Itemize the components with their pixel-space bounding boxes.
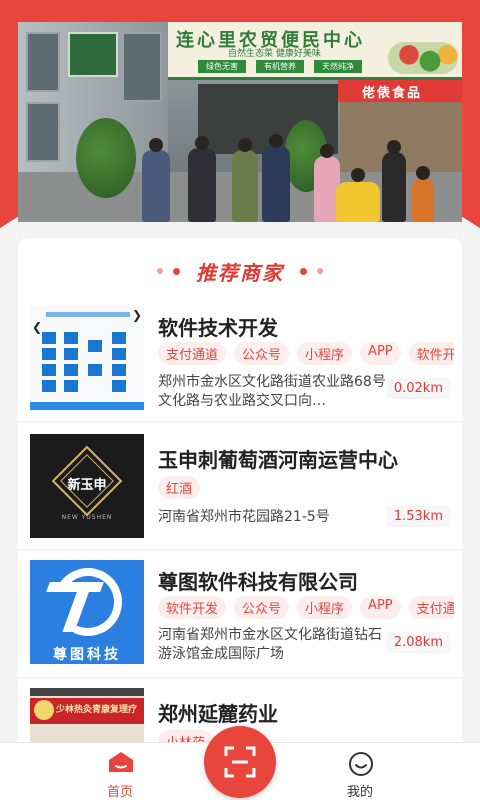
banner-sign-subtitle: 自然生态菜 健康好美味 bbox=[228, 49, 321, 59]
merchant-thumbnail: 尊图科技 bbox=[30, 560, 144, 664]
section-title: 推荐商家 bbox=[196, 260, 284, 285]
merchant-tags: 支付通道 公众号 小程序 APP 软件开发 bbox=[158, 342, 454, 365]
merchant-tag: 软件开发 bbox=[408, 342, 454, 365]
home-icon bbox=[109, 752, 133, 772]
chevron-right-icon: ❯ bbox=[131, 308, 142, 322]
merchant-item[interactable]: 新玉申 NEW YUSHEN 玉申刺葡萄酒河南运营中心 红酒 河南省郑州市花园路… bbox=[18, 422, 462, 550]
merchant-tag: 公众号 bbox=[234, 596, 290, 619]
merchant-logo-text: 新玉申 bbox=[67, 478, 107, 493]
tab-home-label: 首页 bbox=[106, 785, 133, 800]
merchant-tag: 红酒 bbox=[158, 476, 201, 499]
merchant-tag: 软件开发 bbox=[158, 596, 227, 619]
banner-sign-tag: 有机营养 bbox=[256, 60, 304, 73]
merchant-tag: 支付通道 bbox=[408, 596, 454, 619]
merchant-address: 郑州市金水区文化路街道农业路68号文化路与农业路交叉口向… bbox=[158, 374, 386, 409]
merchant-tag: APP bbox=[360, 342, 401, 365]
logo-ring-icon bbox=[44, 560, 132, 646]
merchant-item[interactable]: ❮ ❯ 软件技术开发 支付通道 公众号 小程序 APP 软件开 郑州市金水区文化… bbox=[18, 302, 462, 422]
merchant-sign-text: 少林热灸青康复理疗 bbox=[56, 705, 138, 715]
tab-me[interactable]: 我的 bbox=[300, 743, 420, 800]
merchant-name: 郑州延麓药业 bbox=[158, 702, 278, 726]
merchant-tags: 红酒 bbox=[158, 476, 454, 499]
banner-sign-tag: 绿色无害 bbox=[198, 60, 246, 73]
merchant-item[interactable]: 尊图科技 尊图软件科技有限公司 软件开发 公众号 小程序 APP 支付通道 河南… bbox=[18, 550, 462, 678]
merchant-tag: 小程序 bbox=[297, 342, 353, 365]
banner-sign-tag: 天然纯净 bbox=[314, 60, 362, 73]
smile-profile-icon bbox=[349, 752, 373, 776]
banner-green-logo bbox=[68, 32, 118, 77]
scan-icon bbox=[224, 746, 256, 778]
merchant-logo-subtext: NEW YUSHEN bbox=[61, 514, 113, 521]
banner-image[interactable]: 连心里农贸便民中心 自然生态菜 健康好美味 绿色无害 有机营养 天然纯净 佬俵食… bbox=[18, 22, 462, 222]
merchant-address: 河南省郑州市花园路21-5号 bbox=[158, 509, 330, 525]
merchant-tag: 公众号 bbox=[234, 342, 290, 365]
vegetable-graphic bbox=[388, 42, 458, 74]
tab-home[interactable]: 首页 bbox=[60, 743, 180, 800]
decor-dot bbox=[317, 268, 323, 274]
recommended-merchants-card: 推荐商家 ❮ ❯ 软件技术开发 支付通道 公众号 小程序 APP 软件开 郑州市… bbox=[18, 238, 462, 800]
merchant-tag: 支付通道 bbox=[158, 342, 227, 365]
merchant-thumbnail: 新玉申 NEW YUSHEN bbox=[30, 434, 144, 538]
decor-dot bbox=[157, 268, 163, 274]
decor-dot bbox=[173, 267, 180, 275]
app-screen: 连心里农贸便民中心 自然生态菜 健康好美味 绿色无害 有机营养 天然纯净 佬俵食… bbox=[0, 0, 480, 800]
merchant-distance: 1.53km bbox=[386, 506, 450, 527]
merchant-name: 尊图软件科技有限公司 bbox=[158, 570, 358, 594]
chevron-left-icon: ❮ bbox=[32, 320, 43, 334]
scan-button[interactable] bbox=[204, 726, 276, 798]
merchant-tag: APP bbox=[360, 596, 401, 619]
merchant-tags: 软件开发 公众号 小程序 APP 支付通道 bbox=[158, 596, 454, 619]
merchant-address: 河南省郑州市金水区文化路街道钻石游泳馆金成国际广场 bbox=[158, 627, 382, 662]
merchant-logo-text: 尊图科技 bbox=[53, 647, 121, 663]
merchant-name: 软件技术开发 bbox=[158, 316, 278, 340]
tree-graphic bbox=[76, 118, 136, 198]
banner-sign-tags: 绿色无害 有机营养 天然纯净 bbox=[198, 60, 362, 73]
banner-shop-sign: 佬俵食品 bbox=[338, 80, 462, 102]
banner-market-sign: 连心里农贸便民中心 自然生态菜 健康好美味 绿色无害 有机营养 天然纯净 bbox=[168, 22, 462, 80]
merchant-tag: 小程序 bbox=[297, 596, 353, 619]
tab-me-label: 我的 bbox=[346, 785, 373, 800]
merchant-distance: 2.08km bbox=[386, 632, 450, 653]
merchant-distance: 0.02km bbox=[386, 378, 450, 399]
section-header: 推荐商家 bbox=[18, 256, 462, 286]
sign-emblem-icon bbox=[34, 700, 54, 720]
merchant-thumbnail: ❮ ❯ bbox=[30, 306, 144, 410]
merchant-name: 玉申刺葡萄酒河南运营中心 bbox=[158, 448, 398, 472]
decor-dot bbox=[300, 267, 307, 275]
